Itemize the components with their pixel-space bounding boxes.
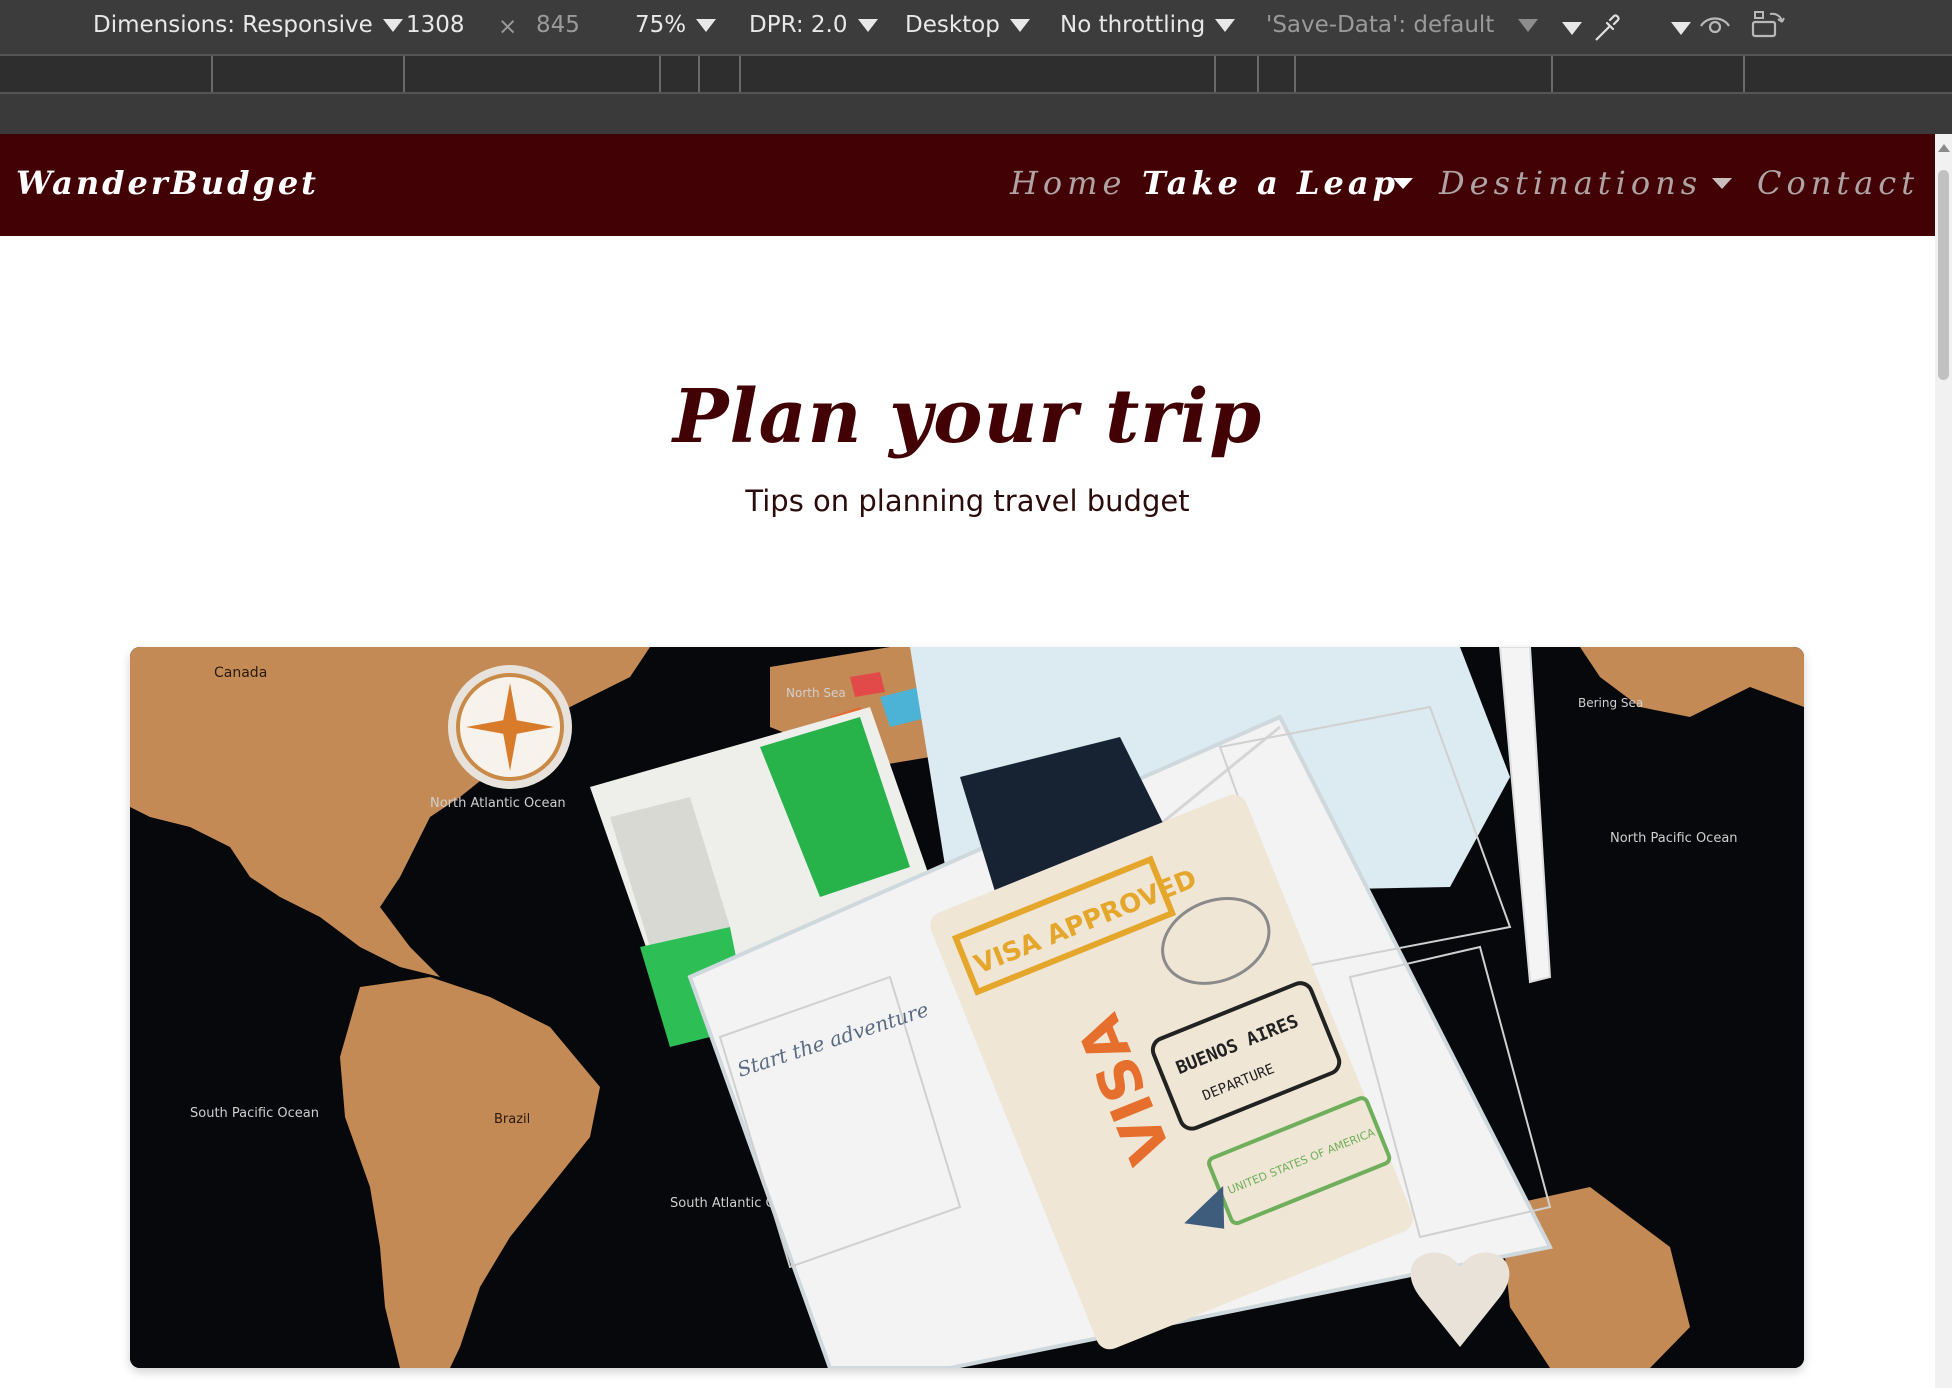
ruler-marker[interactable] bbox=[1743, 56, 1745, 92]
width-input[interactable]: 1308 bbox=[406, 12, 465, 38]
nav-home[interactable]: Home bbox=[1010, 164, 1126, 202]
page-viewport: WanderBudget Home Take a Leap Destinatio… bbox=[0, 134, 1935, 1388]
ruler-marker[interactable] bbox=[1214, 56, 1216, 92]
ruler-marker[interactable] bbox=[1294, 56, 1296, 92]
save-data-dropdown[interactable]: 'Save-Data': default bbox=[1266, 12, 1539, 38]
dpr-label: DPR: 2.0 bbox=[749, 12, 848, 38]
ruler-marker[interactable] bbox=[211, 56, 213, 92]
ruler-marker[interactable] bbox=[698, 56, 700, 92]
map-label-north-sea: North Sea bbox=[786, 686, 846, 700]
travel-flatlay-illustration: Canada North Atlantic Ocean North Pacifi… bbox=[130, 647, 1804, 1368]
device-frame-gap bbox=[0, 94, 1952, 134]
map-label-canada: Canada bbox=[214, 665, 267, 681]
dimensions-label: Dimensions: Responsive bbox=[93, 12, 373, 38]
device-type-dropdown[interactable]: Desktop bbox=[905, 12, 1030, 38]
page-scrollbar[interactable] bbox=[1935, 134, 1952, 1388]
more-options-dropdown-icon[interactable] bbox=[1562, 22, 1582, 35]
ruler-marker[interactable] bbox=[659, 56, 661, 92]
chevron-down-icon bbox=[382, 19, 403, 32]
eyedropper-icon[interactable] bbox=[1590, 8, 1626, 50]
device-toolbar: Dimensions: Responsive 1308 × 845 75% DP… bbox=[0, 0, 1952, 56]
map-label-north-pacific: North Pacific Ocean bbox=[1610, 831, 1738, 846]
height-input[interactable]: 845 bbox=[536, 12, 580, 38]
take-a-leap-dropdown-icon[interactable] bbox=[1393, 178, 1413, 189]
chevron-down-icon bbox=[1009, 19, 1030, 32]
chevron-down-icon bbox=[857, 19, 878, 32]
zoom-dropdown[interactable]: 75% bbox=[635, 12, 717, 38]
brand-logo[interactable]: WanderBudget bbox=[16, 164, 319, 202]
dimensions-dropdown[interactable]: Dimensions: Responsive bbox=[93, 12, 403, 38]
throttling-dropdown[interactable]: No throttling bbox=[1060, 12, 1236, 38]
destinations-dropdown-icon[interactable] bbox=[1712, 178, 1732, 189]
tools-dropdown-icon[interactable] bbox=[1671, 22, 1691, 35]
chevron-down-icon bbox=[1518, 19, 1539, 32]
map-label-brazil: Brazil bbox=[494, 1112, 530, 1127]
chevron-down-icon bbox=[696, 19, 717, 32]
media-query-ruler[interactable] bbox=[0, 56, 1952, 94]
chevron-down-icon bbox=[1215, 19, 1236, 32]
nav-take-a-leap[interactable]: Take a Leap bbox=[1142, 164, 1399, 202]
page-title: Plan your trip bbox=[672, 374, 1263, 460]
page-subtitle: Tips on planning travel budget bbox=[745, 484, 1190, 518]
hero-travel-image: Canada North Atlantic Ocean North Pacifi… bbox=[130, 647, 1804, 1368]
save-data-label: 'Save-Data': default bbox=[1266, 12, 1495, 38]
eye-icon[interactable] bbox=[1698, 8, 1732, 48]
site-navbar: WanderBudget Home Take a Leap Destinatio… bbox=[0, 134, 1935, 236]
device-type-label: Desktop bbox=[905, 12, 1000, 38]
nav-destinations[interactable]: Destinations bbox=[1439, 164, 1702, 202]
compass-icon bbox=[448, 665, 572, 789]
times-icon: × bbox=[498, 14, 518, 40]
map-label-south-pacific: South Pacific Ocean bbox=[190, 1106, 319, 1121]
map-label-north-atlantic: North Atlantic Ocean bbox=[430, 796, 566, 811]
zoom-label: 75% bbox=[635, 12, 687, 38]
ruler-marker[interactable] bbox=[403, 56, 405, 92]
nav-contact[interactable]: Contact bbox=[1757, 164, 1919, 202]
ruler-marker[interactable] bbox=[1551, 56, 1553, 92]
scrollbar-thumb[interactable] bbox=[1938, 170, 1949, 380]
scroll-up-icon[interactable] bbox=[1938, 144, 1950, 152]
rotate-device-icon[interactable] bbox=[1750, 8, 1786, 48]
throttling-label: No throttling bbox=[1060, 12, 1206, 38]
ruler-marker[interactable] bbox=[1257, 56, 1259, 92]
dpr-dropdown[interactable]: DPR: 2.0 bbox=[749, 12, 878, 38]
map-label-bering-sea: Bering Sea bbox=[1578, 696, 1643, 710]
ruler-marker[interactable] bbox=[739, 56, 741, 92]
